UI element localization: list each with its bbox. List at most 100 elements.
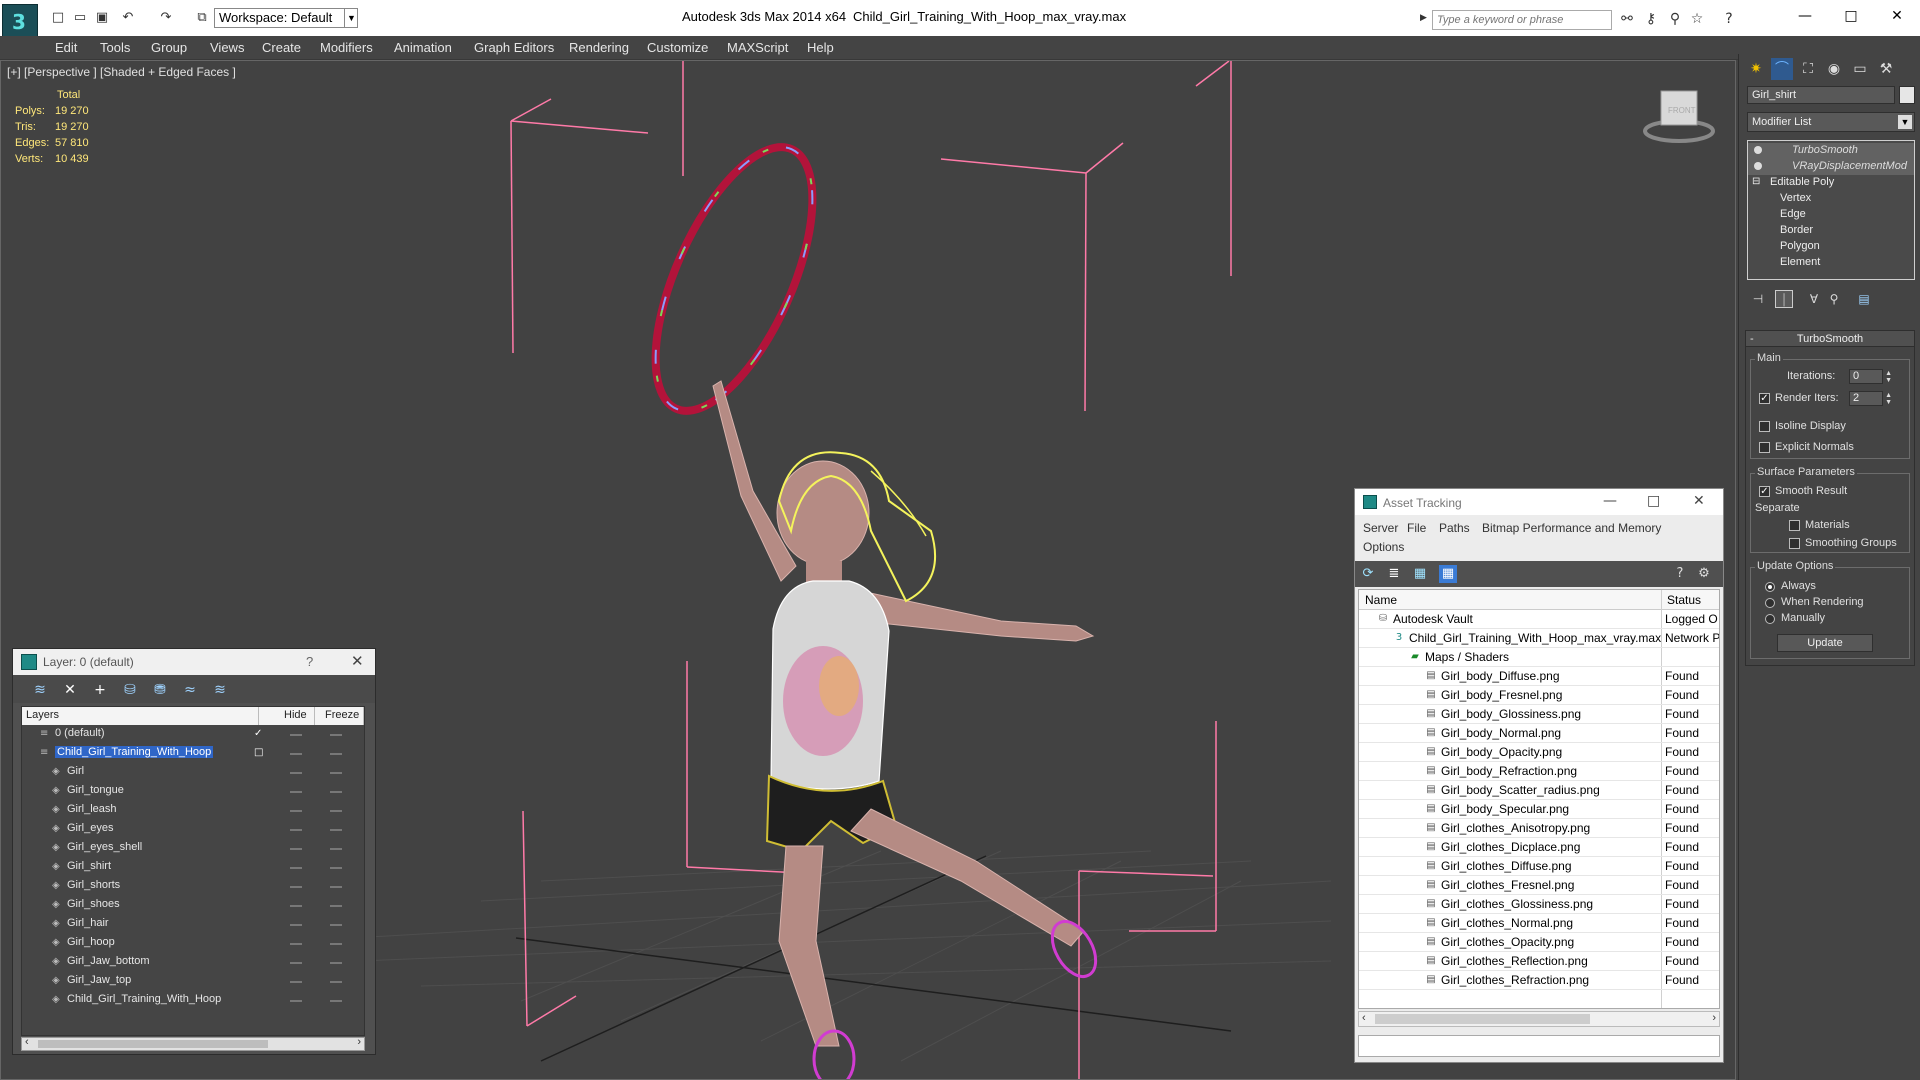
hide-toggle[interactable] <box>290 943 302 945</box>
asset-row[interactable]: ▤ Girl_clothes_Dicplace.png Found <box>1359 838 1719 857</box>
undo-icon[interactable]: ↶ <box>120 10 136 26</box>
scroll-right-icon[interactable]: › <box>357 1036 361 1048</box>
asset-menu-bitmap-performance[interactable]: Bitmap Performance and Memory <box>1482 521 1661 535</box>
menu-edit[interactable]: Edit <box>55 40 77 55</box>
refresh-icon[interactable]: ⟳ <box>1359 565 1377 583</box>
viewcube-navigation[interactable]: FRONT <box>1643 90 1715 143</box>
minimize-icon[interactable]: — <box>1603 493 1617 509</box>
hide-toggle[interactable] <box>290 867 302 869</box>
freeze-toggle[interactable] <box>330 848 342 850</box>
update-always-radio[interactable] <box>1765 582 1775 592</box>
asset-row[interactable]: ▤ Girl_body_Normal.png Found <box>1359 724 1719 743</box>
maximize-window-button[interactable]: □ <box>1828 4 1874 28</box>
hide-toggle[interactable] <box>290 1000 302 1002</box>
layer-row[interactable]: ◈ Girl_tongue <box>22 782 364 801</box>
close-icon[interactable]: ✕ <box>1693 493 1705 509</box>
stack-item-sub[interactable]: Edge <box>1748 207 1914 223</box>
help-icon[interactable]: ? <box>1671 565 1689 583</box>
hide-toggle[interactable] <box>290 886 302 888</box>
isoline-display-checkbox[interactable] <box>1759 421 1770 432</box>
stack-item-sub[interactable]: Vertex <box>1748 191 1914 207</box>
stack-item-sub[interactable]: Element <box>1748 255 1914 271</box>
delete-layer-icon[interactable]: ✕ <box>61 681 79 699</box>
column-freeze[interactable]: Freeze <box>325 709 359 721</box>
hide-toggle[interactable] <box>290 981 302 983</box>
hide-toggle[interactable] <box>290 848 302 850</box>
asset-row[interactable]: ▤ Girl_clothes_Opacity.png Found <box>1359 933 1719 952</box>
hierarchy-tab-icon[interactable]: ⛶ <box>1797 58 1819 80</box>
layer-row[interactable]: ◈ Girl_eyes <box>22 820 364 839</box>
layer-row[interactable]: ◈ Girl_Jaw_top <box>22 972 364 991</box>
hide-toggle[interactable] <box>290 791 302 793</box>
app-menu-button[interactable]: 3 <box>2 4 38 40</box>
new-file-icon[interactable]: □ <box>50 10 66 26</box>
minimize-window-button[interactable]: — <box>1782 4 1828 28</box>
menu-maxscript[interactable]: MAXScript <box>727 40 788 55</box>
close-icon[interactable]: ✕ <box>351 652 364 670</box>
modifier-toggle-bulb-icon[interactable] <box>1754 146 1762 154</box>
scroll-right-icon[interactable]: › <box>1712 1012 1716 1024</box>
menu-rendering[interactable]: Rendering <box>569 40 629 55</box>
freeze-toggle[interactable] <box>330 943 342 945</box>
thumbnail-view-icon[interactable]: ▦ <box>1411 565 1429 583</box>
highlight-layer-icon[interactable]: ≈ <box>181 681 199 699</box>
hide-toggle[interactable] <box>290 962 302 964</box>
freeze-toggle[interactable] <box>330 924 342 926</box>
column-name[interactable]: Name <box>1365 593 1397 607</box>
hide-toggle[interactable] <box>290 810 302 812</box>
layer-row[interactable]: ◈ Girl_hoop <box>22 934 364 953</box>
asset-row[interactable]: ▤ Girl_clothes_Normal.png Found <box>1359 914 1719 933</box>
asset-row[interactable]: ▤ Girl_body_Specular.png Found <box>1359 800 1719 819</box>
hide-toggle[interactable] <box>290 734 302 736</box>
menu-views[interactable]: Views <box>210 40 244 55</box>
asset-row[interactable]: 3 Child_Girl_Training_With_Hoop_max_vray.… <box>1359 629 1719 648</box>
update-manually-radio[interactable] <box>1765 614 1775 624</box>
asset-row[interactable]: ▤ Girl_body_Diffuse.png Found <box>1359 667 1719 686</box>
freeze-toggle[interactable] <box>330 867 342 869</box>
project-folder-icon[interactable]: ⧉ <box>194 10 210 26</box>
freeze-toggle[interactable] <box>330 1000 342 1002</box>
favorites-star-icon[interactable]: ☆ <box>1688 10 1706 28</box>
workspace-dropdown-arrow[interactable]: ▼ <box>344 8 358 28</box>
hide-toggle[interactable] <box>290 924 302 926</box>
display-tab-icon[interactable]: ▭ <box>1849 58 1871 80</box>
asset-row[interactable]: ▤ Girl_body_Glossiness.png Found <box>1359 705 1719 724</box>
menu-modifiers[interactable]: Modifiers <box>320 40 373 55</box>
add-layer-icon[interactable]: + <box>91 681 109 699</box>
hide-toggle[interactable] <box>290 829 302 831</box>
asset-row[interactable]: ▰ Maps / Shaders <box>1359 648 1719 667</box>
close-window-button[interactable]: ✕ <box>1874 4 1920 28</box>
asset-row[interactable]: ⛁ Autodesk Vault Logged O <box>1359 610 1719 629</box>
utilities-tab-icon[interactable]: ⚒ <box>1875 58 1897 80</box>
make-unique-icon[interactable]: ∀ <box>1805 290 1823 308</box>
asset-menu-options[interactable]: Options <box>1363 540 1404 554</box>
hide-all-layers-icon[interactable]: ≋ <box>211 681 229 699</box>
freeze-toggle[interactable] <box>330 734 342 736</box>
stack-item-modifier[interactable]: TurboSmooth <box>1748 143 1914 159</box>
render-iters-spinner[interactable]: 2 ▲ ▼ <box>1849 391 1892 406</box>
viewport-label[interactable]: [+] [Perspective ] [Shaded + Edged Faces… <box>7 65 236 79</box>
freeze-toggle[interactable] <box>330 886 342 888</box>
communication-center-icon[interactable]: ⚲ <box>1666 10 1684 28</box>
scroll-left-icon[interactable]: ‹ <box>1362 1012 1366 1024</box>
stack-item-sub[interactable]: Border <box>1748 223 1914 239</box>
modify-tab-icon[interactable]: ⌒ <box>1771 58 1793 80</box>
asset-row[interactable]: ▤ Girl_body_Opacity.png Found <box>1359 743 1719 762</box>
turbosmooth-rollout-header[interactable]: - TurboSmooth <box>1746 331 1914 347</box>
asset-horizontal-scrollbar[interactable]: ‹ › <box>1358 1011 1720 1027</box>
remove-modifier-icon[interactable]: ⚲ <box>1825 290 1843 308</box>
menu-tools[interactable]: Tools <box>100 40 130 55</box>
help-icon[interactable]: ? <box>306 654 313 669</box>
freeze-toggle[interactable] <box>330 981 342 983</box>
asset-tracking-titlebar[interactable]: Asset Tracking — □ ✕ <box>1355 489 1723 515</box>
menu-animation[interactable]: Animation <box>394 40 452 55</box>
smooth-result-checkbox[interactable]: ✓ <box>1759 486 1770 497</box>
asset-row[interactable]: ▤ Girl_clothes_Fresnel.png Found <box>1359 876 1719 895</box>
separate-smoothing-groups-checkbox[interactable] <box>1789 538 1800 549</box>
column-status[interactable]: Status <box>1667 593 1701 607</box>
menu-help[interactable]: Help <box>807 40 834 55</box>
select-layer-objects-icon[interactable]: ⛃ <box>151 681 169 699</box>
asset-row[interactable]: ▤ Girl_clothes_Anisotropy.png Found <box>1359 819 1719 838</box>
menu-customize[interactable]: Customize <box>647 40 708 55</box>
modifier-toggle-bulb-icon[interactable] <box>1754 162 1762 170</box>
